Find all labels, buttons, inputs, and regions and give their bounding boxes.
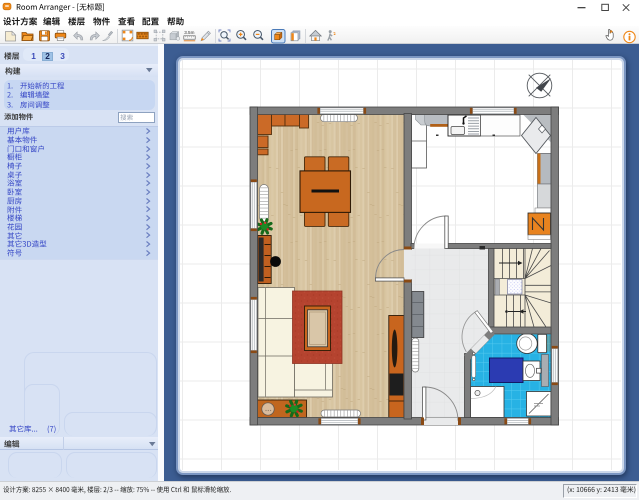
svg-text:3.5m: 3.5m	[184, 30, 194, 35]
